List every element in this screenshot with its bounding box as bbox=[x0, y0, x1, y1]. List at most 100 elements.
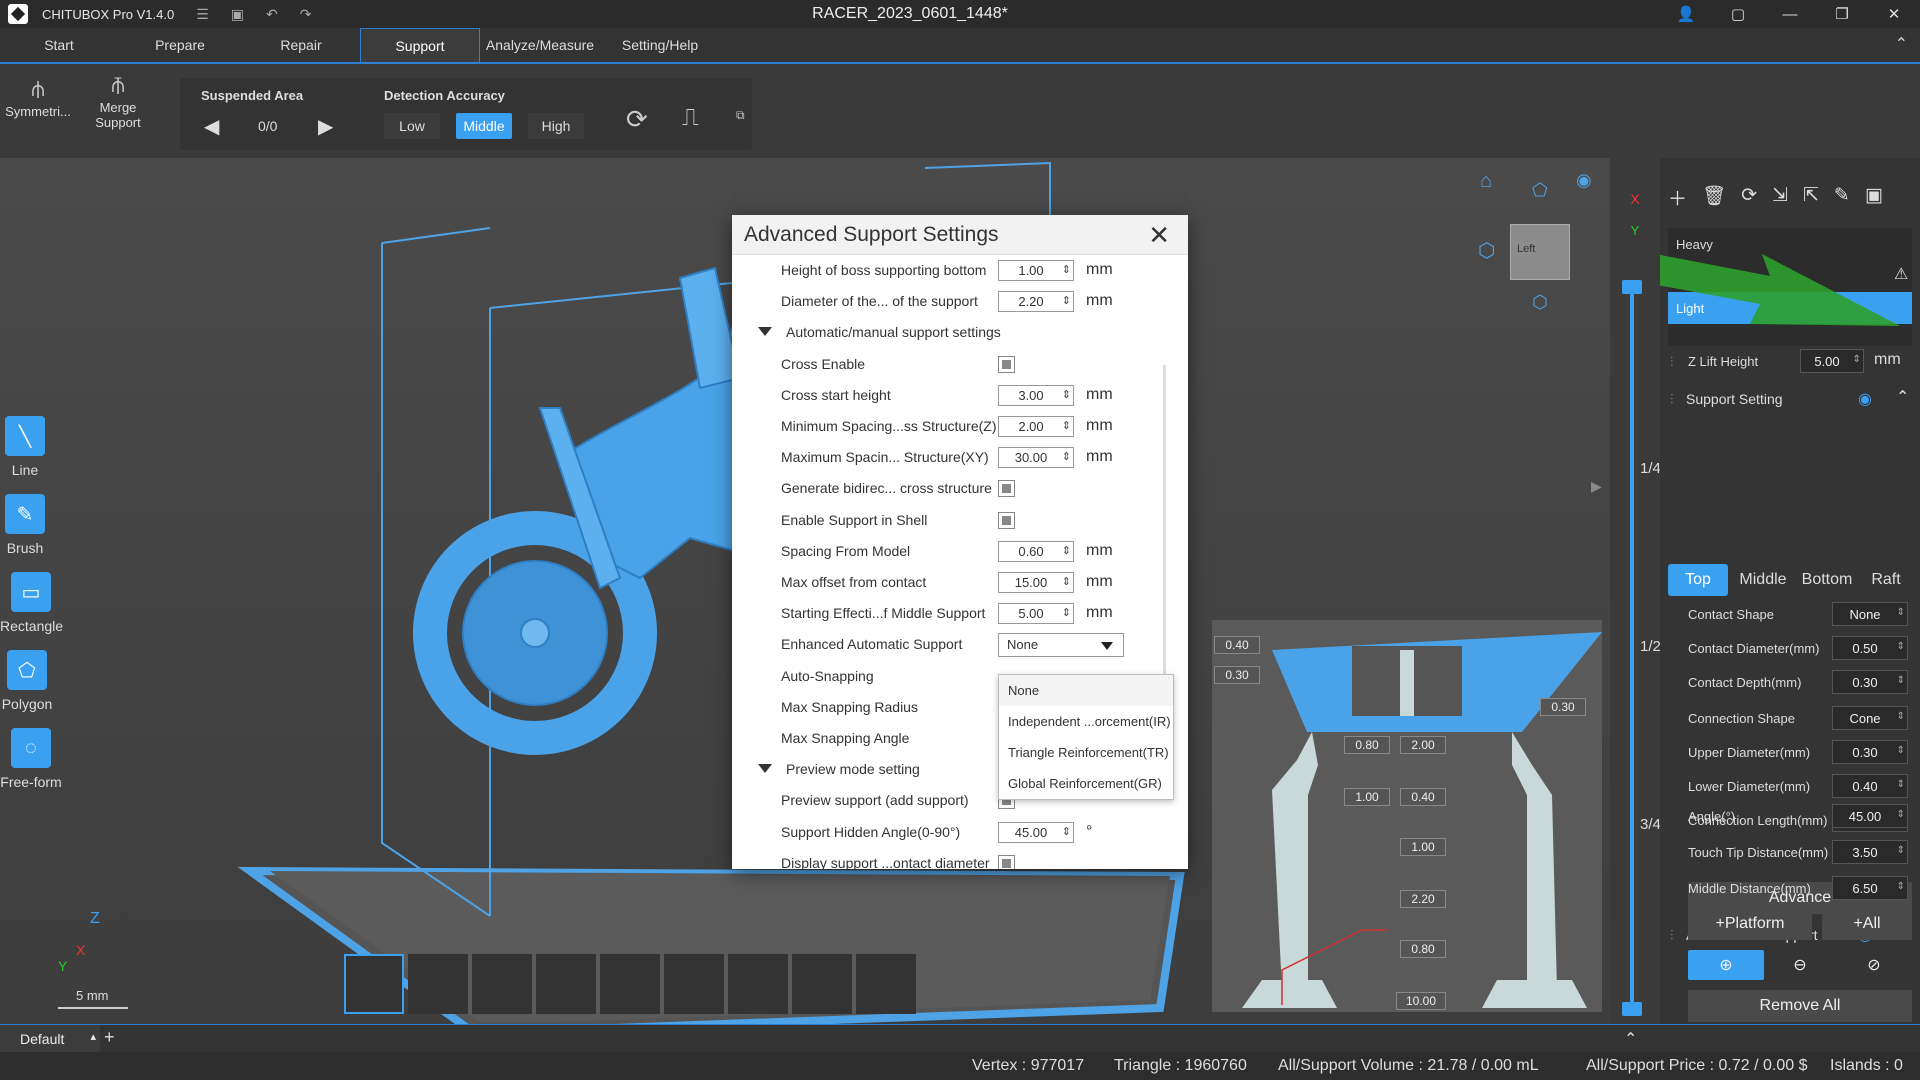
dim-label[interactable]: 2.00 bbox=[1400, 736, 1446, 754]
support-type-4-icon[interactable] bbox=[536, 954, 596, 1014]
collapse-icon[interactable]: ⌃ bbox=[1896, 387, 1909, 407]
dim-label[interactable]: 0.30 bbox=[1214, 666, 1260, 684]
delete-preset-icon[interactable]: 🗑 bbox=[1702, 184, 1726, 211]
field-input[interactable]: 3.50 bbox=[1832, 840, 1908, 864]
axis-x-toggle[interactable]: X bbox=[1620, 184, 1650, 214]
support-type-7-icon[interactable] bbox=[728, 954, 788, 1014]
restore-icon[interactable]: ❐ bbox=[1816, 5, 1868, 23]
field-select[interactable]: None bbox=[1832, 602, 1908, 626]
support-type-1-icon[interactable] bbox=[344, 954, 404, 1014]
dialog-body[interactable]: Height of boss supporting bottom1.00mmDi… bbox=[732, 255, 1188, 869]
setting-checkbox[interactable] bbox=[998, 355, 1015, 373]
layer-slider-top-handle[interactable] bbox=[1622, 280, 1642, 294]
tab-analyze-measure[interactable]: Analyze/Measure bbox=[480, 28, 600, 62]
close-icon[interactable]: ✕ bbox=[1868, 5, 1920, 23]
import-preset-icon[interactable]: ⇲ bbox=[1772, 184, 1788, 211]
tab-start[interactable]: Start bbox=[0, 28, 118, 62]
setting-value-input[interactable]: 15.00 bbox=[998, 572, 1074, 593]
support-type-9-icon[interactable] bbox=[856, 954, 916, 1014]
user-icon[interactable]: 👤 bbox=[1660, 5, 1712, 23]
tab-top[interactable]: Top bbox=[1668, 564, 1728, 596]
axis-y-toggle[interactable]: Y bbox=[1620, 216, 1650, 246]
tab-raft[interactable]: Raft bbox=[1860, 564, 1912, 596]
prev-area-icon[interactable]: ◀ bbox=[204, 114, 219, 139]
field-input[interactable]: 0.40 bbox=[1832, 774, 1908, 798]
plate-tab-default[interactable]: Default ▴ bbox=[0, 1025, 100, 1052]
export-preset-icon[interactable]: ⇱ bbox=[1803, 184, 1819, 211]
dropdown-option[interactable]: None bbox=[999, 675, 1173, 706]
field-input[interactable]: 0.30 bbox=[1832, 740, 1908, 764]
field-select[interactable]: Cone bbox=[1832, 706, 1908, 730]
symmetric-button[interactable]: ⫛ Symmetri... bbox=[0, 76, 76, 119]
setting-value-input[interactable]: 2.20 bbox=[998, 291, 1074, 313]
field-input[interactable]: 45.00 bbox=[1832, 804, 1908, 828]
add-preset-icon[interactable]: ＋ bbox=[1668, 184, 1687, 211]
expand-group-icon[interactable]: ⧉ bbox=[736, 108, 745, 123]
eye-icon[interactable]: ◉ bbox=[1858, 389, 1872, 409]
dropdown-option[interactable]: Independent ...orcement(IR) bbox=[999, 706, 1173, 737]
remove-support-mode-icon[interactable]: ⊖ bbox=[1762, 950, 1838, 980]
dialog-close-icon[interactable]: ✕ bbox=[1148, 220, 1170, 251]
section-toggle-icon[interactable] bbox=[758, 327, 772, 337]
field-input[interactable]: 6.50 bbox=[1832, 876, 1908, 900]
dim-label[interactable]: 0.80 bbox=[1400, 940, 1446, 958]
tab-repair[interactable]: Repair bbox=[242, 28, 360, 62]
add-plate-icon[interactable]: + bbox=[104, 1027, 115, 1048]
detect-icon[interactable]: ⎍ bbox=[682, 104, 699, 132]
edit-support-mode-icon[interactable]: ⊘ bbox=[1836, 950, 1912, 980]
dropdown-option[interactable]: Triangle Reinforcement(TR) bbox=[999, 737, 1173, 768]
dim-label[interactable]: 10.00 bbox=[1396, 992, 1446, 1010]
setting-checkbox[interactable] bbox=[998, 511, 1015, 529]
view-left-icon[interactable]: ⬡ bbox=[1478, 238, 1495, 263]
next-area-icon[interactable]: ▶ bbox=[318, 114, 333, 139]
section-toggle-icon[interactable] bbox=[758, 764, 772, 774]
brush-tool[interactable]: ✎ Brush bbox=[0, 494, 50, 556]
accuracy-high-button[interactable]: High bbox=[528, 113, 584, 139]
dim-label[interactable]: 2.20 bbox=[1400, 890, 1446, 908]
support-setting-section[interactable]: ⫶ Support Setting ◉ ⌃ bbox=[1660, 384, 1920, 414]
setting-value-input[interactable]: 30.00 bbox=[998, 447, 1074, 469]
dim-label[interactable]: 0.30 bbox=[1540, 698, 1586, 716]
view-up-icon[interactable]: ⬠ bbox=[1532, 180, 1548, 201]
line-tool[interactable]: ╲ Line bbox=[0, 416, 50, 478]
add-all-button[interactable]: +All bbox=[1822, 908, 1912, 940]
tab-middle[interactable]: Middle bbox=[1732, 564, 1794, 596]
setting-checkbox[interactable] bbox=[998, 480, 1015, 498]
field-input[interactable]: 0.50 bbox=[1832, 636, 1908, 660]
layer-slider-track[interactable] bbox=[1630, 280, 1634, 1010]
save-icon[interactable]: ▣ bbox=[231, 6, 244, 23]
merge-support-button[interactable]: ⫚ Merge Support bbox=[82, 72, 154, 130]
support-type-6-icon[interactable] bbox=[664, 954, 724, 1014]
free-form-tool[interactable]: ◌ Free-form bbox=[0, 728, 62, 790]
support-type-8-icon[interactable] bbox=[792, 954, 852, 1014]
accuracy-middle-button[interactable]: Middle bbox=[456, 113, 512, 139]
dim-label[interactable]: 1.00 bbox=[1400, 838, 1446, 856]
screen-record-icon[interactable]: ▢ bbox=[1712, 5, 1764, 23]
redo-icon[interactable]: ↷ bbox=[300, 6, 312, 23]
tab-setting-help[interactable]: Setting/Help bbox=[600, 28, 720, 62]
support-type-2-icon[interactable] bbox=[408, 954, 468, 1014]
expand-panel-icon[interactable]: ▶ bbox=[1591, 478, 1602, 495]
add-support-mode-icon[interactable]: ⊕ bbox=[1688, 950, 1764, 980]
dim-label[interactable]: 0.40 bbox=[1214, 636, 1260, 654]
setting-value-input[interactable]: 3.00 bbox=[998, 384, 1074, 406]
setting-value-input[interactable]: 1.00 bbox=[998, 260, 1074, 281]
collapse-ribbon-icon[interactable]: ⌃ bbox=[1895, 34, 1908, 54]
tab-bottom[interactable]: Bottom bbox=[1796, 564, 1858, 596]
plate-sort-icon[interactable]: ▴ bbox=[90, 1030, 96, 1043]
visibility-icon[interactable]: ◉ bbox=[1576, 170, 1592, 191]
minimize-icon[interactable]: — bbox=[1764, 6, 1816, 23]
setting-value-input[interactable]: 45.00 bbox=[998, 821, 1074, 843]
tab-support[interactable]: Support bbox=[360, 28, 480, 62]
support-type-5-icon[interactable] bbox=[600, 954, 660, 1014]
rectangle-tool[interactable]: ▭ Rectangle bbox=[0, 572, 63, 634]
tab-prepare[interactable]: Prepare bbox=[118, 28, 242, 62]
setting-value-input[interactable]: 2.00 bbox=[998, 416, 1074, 437]
refresh-icon[interactable]: ⟳ bbox=[626, 104, 648, 135]
remove-all-button[interactable]: Remove All bbox=[1688, 990, 1912, 1022]
setting-value-input[interactable]: 5.00 bbox=[998, 603, 1074, 625]
home-view-icon[interactable]: ⌂ bbox=[1480, 170, 1492, 193]
file-icon[interactable]: ☰ bbox=[196, 6, 209, 23]
setting-value-input[interactable]: 0.60 bbox=[998, 540, 1074, 562]
reset-preset-icon[interactable]: ⟳ bbox=[1741, 184, 1757, 211]
